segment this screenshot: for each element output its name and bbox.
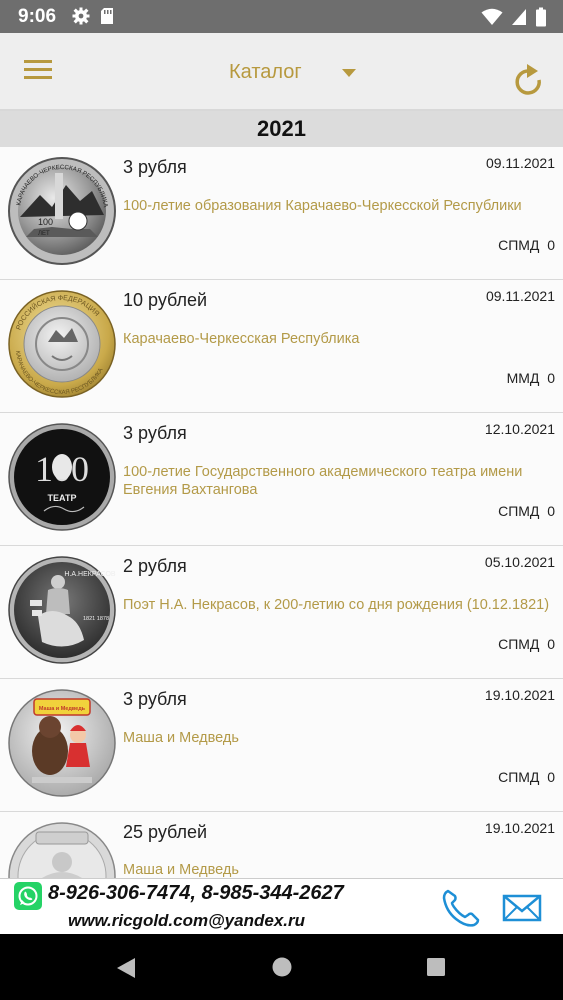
item-description: Карачаево-Черкесская Республика	[123, 331, 360, 347]
battery-icon	[536, 7, 546, 27]
list-item[interactable]: 100 ТЕАТР 3 рубля 12.10.2021 100-летие Г…	[0, 413, 563, 546]
list-item[interactable]: 25 рублей 19.10.2021 Маша и Медведь	[0, 812, 563, 878]
status-icons-left	[72, 7, 114, 25]
item-denomination: 3 рубля	[123, 423, 187, 443]
item-mint: СПМД	[498, 769, 540, 785]
coin-text-let: ЛЕТ	[38, 231, 50, 237]
menu-icon[interactable]	[24, 59, 52, 81]
item-denomination: 3 рубля	[123, 689, 187, 709]
back-icon[interactable]	[115, 956, 137, 980]
list-item[interactable]: Н.А.НЕКРАСОВ 1821 1878 2 рубля 05.10.202…	[0, 546, 563, 679]
item-description: 100-летие образования Карачаево-Черкесск…	[123, 198, 522, 214]
gear-icon	[72, 7, 90, 25]
contact-phones[interactable]: 8-926-306-7474, 8-985-344-2627	[48, 882, 344, 905]
item-count: 0	[547, 370, 555, 386]
page-title: Каталог	[229, 61, 302, 83]
coin-image: РОССИЙСКАЯ ФЕДЕРАЦИЯ КАРАЧАЕВО-ЧЕРКЕССКА…	[8, 290, 116, 398]
item-mint-count: ММД 0	[507, 370, 555, 386]
coin-image: 100 ТЕАТР	[8, 423, 116, 531]
item-mint: СПМД	[498, 503, 540, 519]
whatsapp-icon[interactable]	[14, 882, 42, 910]
catalog-selector[interactable]: Каталог	[229, 61, 356, 84]
item-count: 0	[547, 503, 555, 519]
item-date: 09.11.2021	[485, 155, 555, 171]
item-mint: СПМД	[498, 636, 540, 652]
item-description: 100-летие Государственного академическог…	[123, 464, 523, 498]
item-denomination: 25 рублей	[123, 822, 208, 842]
item-date: 12.10.2021	[484, 421, 555, 437]
item-mint-count: СПМД 0	[498, 636, 555, 652]
list-item[interactable]: 100 ЛЕТ КАРАЧАЕВО-ЧЕРКЕССКАЯ РЕСПУБЛИКА …	[0, 147, 563, 280]
item-date: 09.11.2021	[485, 288, 555, 304]
phone-icon[interactable]	[440, 887, 482, 929]
item-count: 0	[547, 769, 555, 785]
item-date: 19.10.2021	[484, 687, 555, 703]
contact-footer: 8-926-306-7474, 8-985-344-2627 www.ricgo…	[0, 878, 563, 935]
coin-text-name: Н.А.НЕКРАСОВ	[64, 571, 115, 578]
item-count: 0	[547, 237, 555, 253]
item-denomination: 3 рубля	[123, 157, 187, 177]
item-count: 0	[547, 636, 555, 652]
refresh-icon[interactable]	[513, 63, 545, 99]
year-header: 2021	[0, 111, 563, 147]
system-nav-bar	[0, 934, 563, 1000]
item-mint-count: СПМД 0	[498, 503, 555, 519]
item-denomination: 2 рубля	[123, 556, 187, 576]
mail-icon[interactable]	[502, 893, 542, 923]
coin-list[interactable]: 100 ЛЕТ КАРАЧАЕВО-ЧЕРКЕССКАЯ РЕСПУБЛИКА …	[0, 147, 563, 878]
item-denomination: 10 рублей	[123, 290, 208, 310]
coin-text-years: 1821 1878	[83, 616, 109, 622]
coin-image: 100 ЛЕТ КАРАЧАЕВО-ЧЕРКЕССКАЯ РЕСПУБЛИКА	[8, 157, 116, 265]
coin-image	[8, 822, 116, 878]
item-description: Поэт Н.А. Некрасов, к 200-летию со дня р…	[123, 597, 550, 613]
signal-icon	[512, 9, 526, 25]
coin-image: Н.А.НЕКРАСОВ 1821 1878	[8, 556, 116, 664]
item-description: Маша и Медведь	[123, 730, 239, 746]
status-bar: 9:06	[0, 0, 563, 33]
recent-apps-icon[interactable]	[426, 957, 446, 977]
coin-text-100: 100	[38, 217, 53, 227]
contact-email[interactable]: www.ricgold.com@yandex.ru	[68, 911, 305, 931]
item-date: 19.10.2021	[484, 820, 555, 836]
item-mint-count: СПМД 0	[498, 237, 555, 253]
status-icons-right	[481, 7, 547, 27]
item-mint: СПМД	[498, 237, 540, 253]
coin-logo-text: Маша и Медведь	[39, 706, 86, 712]
dropdown-arrow-icon	[341, 68, 356, 77]
list-item[interactable]: Маша и Медведь 3 рубля 19.10.2021 Маша и…	[0, 679, 563, 812]
list-item[interactable]: РОССИЙСКАЯ ФЕДЕРАЦИЯ КАРАЧАЕВО-ЧЕРКЕССКА…	[0, 280, 563, 413]
status-time: 9:06	[18, 6, 57, 27]
item-description: Маша и Медведь	[123, 862, 239, 878]
item-mint-count: СПМД 0	[498, 769, 555, 785]
app-bar: Каталог	[0, 33, 563, 111]
item-mint: ММД	[506, 370, 540, 386]
wifi-icon	[481, 8, 503, 25]
item-date: 05.10.2021	[484, 554, 555, 570]
sd-card-icon	[101, 8, 113, 24]
coin-image: Маша и Медведь	[8, 689, 116, 797]
coin-text-theatre: ТЕАТР	[47, 493, 76, 503]
home-icon[interactable]	[271, 956, 293, 978]
